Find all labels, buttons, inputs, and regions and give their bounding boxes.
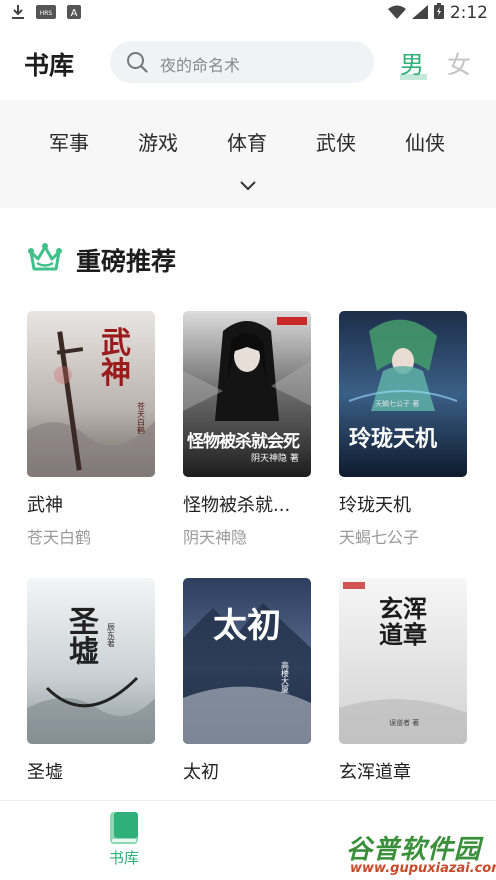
book-title: 太初	[183, 762, 219, 783]
section-title: 重磅推荐	[76, 247, 177, 276]
book-title: 玄浑道章	[339, 762, 411, 783]
cover-title-text: 武神	[101, 326, 131, 391]
cover-author-text: 辰东 著	[107, 623, 115, 648]
cover-art	[27, 311, 155, 477]
search-placeholder: 夜的命名术	[160, 56, 241, 75]
header-bar: 书库 夜的命名术 男 女	[0, 26, 496, 100]
book-cover[interactable]: 太初 高楼大厦	[183, 578, 311, 744]
book-card[interactable]: 玄浑道章 误道者 著 玄浑道章	[339, 578, 467, 784]
category-game[interactable]: 游戏	[138, 127, 178, 156]
status-time: 2:12	[449, 3, 488, 23]
book-author: 阴天神隐	[183, 528, 248, 547]
svg-text:A: A	[71, 8, 78, 19]
signal-icon	[411, 4, 428, 23]
gender-tab-male[interactable]: 男	[400, 45, 424, 80]
book-card[interactable]: 玲珑天机 天蝎七公子 著 玲珑天机 天蝎七公子	[339, 311, 467, 548]
cover-title-text: 圣墟	[69, 605, 99, 670]
crown-icon	[28, 243, 62, 271]
book-card[interactable]: 圣墟 辰东 著 圣墟	[27, 578, 155, 784]
cover-author-text: 天蝎七公子 著	[375, 400, 420, 408]
watermark-url: www.gupuxiazai.com	[350, 861, 496, 876]
svg-text:HRS: HRS	[40, 10, 53, 17]
search-input[interactable]: 夜的命名术	[110, 41, 374, 83]
bottom-nav: 书库 谷普软件园 www.gupuxiazai.com	[0, 800, 496, 880]
book-title: 圣墟	[27, 762, 63, 783]
category-sports[interactable]: 体育	[227, 127, 267, 156]
book-cover[interactable]: 圣墟 辰东 著	[27, 578, 155, 744]
book-card[interactable]: 怪物被杀就会死 阴天神隐 著 怪物被杀就... 阴天神隐	[183, 311, 311, 548]
book-card[interactable]: 武神 苍天白鹤 武神 苍天白鹤	[27, 311, 155, 548]
category-xianxia[interactable]: 仙侠	[405, 127, 445, 156]
book-title: 玲珑天机	[339, 495, 411, 516]
book-cover[interactable]: 武神 苍天白鹤	[27, 311, 155, 477]
search-icon	[127, 52, 148, 73]
book-cover[interactable]: 玲珑天机 天蝎七公子 著	[339, 311, 467, 477]
book-cover[interactable]: 怪物被杀就会死 阴天神隐 著	[183, 311, 311, 477]
cover-author-text: 高楼大厦	[281, 661, 289, 694]
section-header-recommend: 重磅推荐	[0, 236, 496, 280]
download-icon	[10, 4, 26, 20]
wifi-icon	[387, 4, 406, 23]
nav-label-library: 书库	[108, 849, 139, 867]
book-author: 天蝎七公子	[339, 528, 420, 547]
book-title: 武神	[27, 495, 63, 516]
category-wuxia[interactable]: 武侠	[316, 127, 356, 156]
hd-icon: HRS	[36, 4, 56, 20]
category-panel: 军事 游戏 体育 武侠 仙侠	[0, 100, 496, 208]
book-card[interactable]: 太初 高楼大厦 太初	[183, 578, 311, 784]
cover-title-text: 玲珑天机	[349, 426, 438, 452]
app-screen: HRS A 2:12 书库 夜的命名术 男 女 军事 游戏 体育 武侠 仙侠 重…	[0, 0, 496, 880]
watermark-logo: 谷普软件园 www.gupuxiazai.com	[340, 827, 496, 879]
battery-icon	[433, 3, 444, 23]
cover-title-text: 太初	[213, 606, 281, 646]
book-icon	[110, 812, 138, 844]
status-bar: HRS A 2:12	[0, 0, 496, 26]
book-author: 苍天白鹤	[27, 528, 92, 547]
font-a-icon: A	[66, 4, 82, 20]
gender-tab-female[interactable]: 女	[447, 45, 471, 80]
chevron-down-icon[interactable]	[238, 178, 258, 192]
page-title: 书库	[24, 51, 75, 80]
cover-author-text: 误道者 著	[389, 719, 420, 727]
category-military[interactable]: 军事	[49, 127, 89, 156]
cover-author-text: 阴天神隐 著	[251, 454, 299, 464]
book-title: 怪物被杀就...	[183, 495, 291, 516]
cover-author-text: 苍天白鹤	[137, 402, 145, 435]
book-cover[interactable]: 玄浑道章 误道者 著	[339, 578, 467, 744]
cover-title-text: 玄浑道章	[379, 594, 427, 649]
nav-item-library[interactable]: 书库	[100, 811, 148, 868]
cover-title-text: 怪物被杀就会死	[187, 432, 300, 452]
